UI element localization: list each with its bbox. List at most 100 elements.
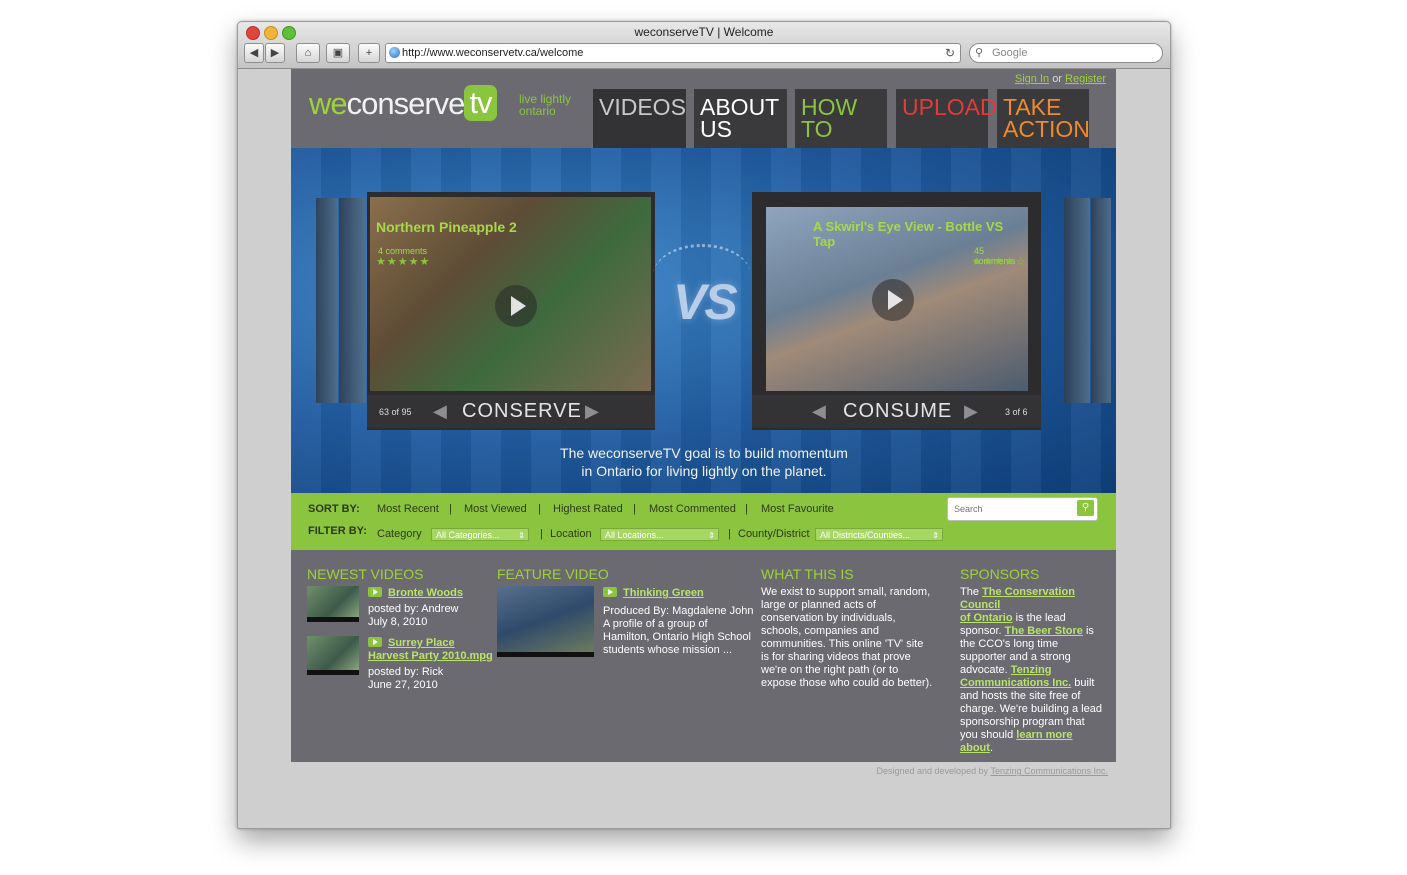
conserve-prev-arrow-icon[interactable]: ◀ bbox=[433, 401, 447, 422]
left-stack-card[interactable] bbox=[316, 198, 338, 403]
feature-video-name: Thinking Green bbox=[623, 587, 704, 599]
nav-take-action[interactable]: TAKE ACTION bbox=[997, 89, 1090, 152]
location-select-value: All Locations... bbox=[605, 530, 664, 540]
site-logo[interactable]: weconserve tv bbox=[309, 85, 497, 122]
browser-toolbar: weconserveTV | Welcome ◀ ▶ ⌂ ▣ + http://… bbox=[238, 22, 1170, 69]
feature-video-link[interactable]: Thinking Green bbox=[603, 586, 704, 599]
play-icon[interactable] bbox=[495, 285, 537, 327]
sponsors-text-part: charge. We're building a lead bbox=[960, 703, 1102, 715]
cco-link-line2[interactable]: of Ontario bbox=[960, 612, 1013, 624]
tenzing-link[interactable]: Tenzing bbox=[1011, 664, 1052, 676]
tenzing-link-line2[interactable]: Communications Inc. bbox=[960, 677, 1071, 689]
what-line: conservation by individuals, bbox=[761, 612, 896, 624]
feature-video-desc: Produced By: Magdalene John A profile of… bbox=[603, 605, 753, 657]
left-stack-card[interactable] bbox=[339, 198, 366, 403]
sponsors-text-part: sponsor. bbox=[960, 625, 1005, 637]
category-select[interactable]: All Categories... ⇕ bbox=[431, 528, 529, 541]
sponsors-text-part: built bbox=[1071, 677, 1095, 689]
select-arrows-icon: ⇕ bbox=[932, 531, 939, 540]
location-select[interactable]: All Locations... ⇕ bbox=[600, 528, 719, 541]
nav-about-us[interactable]: ABOUT US bbox=[694, 89, 787, 152]
goal-line-2: in Ontario for living lightly on the pla… bbox=[581, 463, 827, 479]
newest-item-1-title: Bronte Woods bbox=[388, 587, 463, 599]
consume-video[interactable]: A Skwirl's Eye View - Bottle VS Tap 45 c… bbox=[766, 207, 1028, 391]
learn-more-link[interactable]: learn more bbox=[1016, 729, 1072, 741]
footer-tenzing-link[interactable]: Tenzing Communications Inc. bbox=[990, 766, 1108, 776]
browser-search-field[interactable]: ⚲ Google bbox=[969, 43, 1163, 63]
site-goal-text: The weconserveTV goal is to build moment… bbox=[521, 444, 887, 480]
conserve-next-arrow-icon[interactable]: ▶ bbox=[585, 401, 599, 422]
browser-window: weconserveTV | Welcome ◀ ▶ ⌂ ▣ + http://… bbox=[237, 21, 1171, 829]
nav-about-line2: US bbox=[700, 116, 732, 142]
select-arrows-icon: ⇕ bbox=[708, 531, 715, 540]
sort-most-recent[interactable]: Most Recent bbox=[377, 503, 439, 515]
home-icon: ⌂ bbox=[304, 47, 312, 59]
vs-text: VS bbox=[673, 274, 738, 330]
nav-about-line1: ABOUT bbox=[700, 94, 780, 120]
filter-by-label: FILTER BY: bbox=[308, 525, 367, 537]
forward-arrow-icon: ▶ bbox=[270, 47, 280, 59]
right-stack-card[interactable] bbox=[1091, 198, 1111, 403]
sponsors-text: The The Conservation Council of Ontario … bbox=[960, 586, 1116, 755]
sponsors-text-part: The bbox=[960, 586, 983, 598]
consume-prev-arrow-icon[interactable]: ◀ bbox=[812, 401, 826, 422]
feature-desc-line: A profile of a group of bbox=[603, 618, 708, 630]
back-button[interactable]: ◀ bbox=[244, 43, 264, 63]
reload-icon[interactable]: ↻ bbox=[945, 44, 955, 62]
what-line: expose those who could do better). bbox=[761, 677, 933, 689]
add-bookmark-button[interactable]: + bbox=[358, 43, 380, 63]
what-line: is for sharing videos that prove bbox=[761, 651, 911, 663]
newest-item-2-date: June 27, 2010 bbox=[368, 679, 438, 691]
consume-rating-stars: ★★★★☆ bbox=[972, 256, 1027, 268]
newest-item-title[interactable]: Bronte Woods bbox=[368, 586, 463, 599]
sort-most-favourite[interactable]: Most Favourite bbox=[761, 503, 834, 515]
learn-more-link-line2[interactable]: about bbox=[960, 742, 990, 754]
register-link[interactable]: Register bbox=[1065, 73, 1106, 85]
district-select[interactable]: All Districts/Counties... ⇕ bbox=[815, 528, 943, 541]
newest-item-meta: posted by: Rick June 27, 2010 bbox=[368, 666, 443, 692]
browser-search-placeholder: Google bbox=[992, 47, 1028, 59]
newest-item-1-posted: posted by: Andrew bbox=[368, 603, 459, 615]
video-search-input[interactable] bbox=[952, 501, 1072, 517]
bookmarks-button[interactable]: ▣ bbox=[326, 43, 350, 63]
video-search-box: ⚲ bbox=[947, 497, 1098, 521]
newest-item-title[interactable]: Surrey Place Harvest Party 2010.mpg bbox=[368, 636, 493, 663]
auth-links: Sign In or Register bbox=[1015, 73, 1106, 85]
globe-icon bbox=[389, 47, 400, 58]
nav-howto-line2: TO bbox=[801, 116, 833, 142]
tagline-line-2: ontario bbox=[519, 104, 556, 118]
footer-credit: Designed and developed by Tenzing Commun… bbox=[877, 766, 1109, 776]
newest-item-meta: posted by: Andrew July 8, 2010 bbox=[368, 603, 459, 629]
nav-videos[interactable]: VIDEOS bbox=[593, 89, 686, 162]
right-stack-card[interactable] bbox=[1064, 198, 1090, 403]
sort-by-label: SORT BY: bbox=[308, 503, 360, 515]
district-label: County/District bbox=[738, 528, 810, 540]
forward-button[interactable]: ▶ bbox=[265, 43, 285, 63]
home-button[interactable]: ⌂ bbox=[296, 43, 320, 63]
play-icon[interactable] bbox=[872, 279, 914, 321]
video-thumbnail[interactable] bbox=[307, 636, 359, 675]
conserve-video[interactable]: Northern Pineapple 2 4 comments ★★★★★ bbox=[370, 197, 651, 391]
nav-upload-label: UPLOAD bbox=[902, 94, 997, 120]
what-line: communities. This online 'TV' site bbox=[761, 638, 924, 650]
hero-carousel: Northern Pineapple 2 4 comments ★★★★★ 63… bbox=[291, 148, 1116, 493]
sign-in-link[interactable]: Sign In bbox=[1015, 73, 1049, 85]
address-bar[interactable]: http://www.weconservetv.ca/welcome ↻ bbox=[385, 43, 961, 63]
feature-video-thumbnail[interactable] bbox=[497, 586, 594, 657]
conserve-video-panel: Northern Pineapple 2 4 comments ★★★★★ 63… bbox=[367, 192, 655, 430]
footer-text: Designed and developed by bbox=[876, 766, 991, 776]
nav-upload[interactable]: UPLOAD bbox=[896, 89, 997, 152]
beer-store-link[interactable]: The Beer Store bbox=[1005, 625, 1083, 637]
sort-highest-rated[interactable]: Highest Rated bbox=[553, 503, 623, 515]
logo-we: we bbox=[309, 86, 348, 121]
video-icon bbox=[603, 587, 617, 597]
sort-most-viewed[interactable]: Most Viewed bbox=[464, 503, 527, 515]
search-icon[interactable]: ⚲ bbox=[1077, 500, 1094, 516]
nav-how-to[interactable]: HOW TO bbox=[795, 89, 887, 152]
consume-next-arrow-icon[interactable]: ▶ bbox=[964, 401, 978, 422]
sort-most-commented[interactable]: Most Commented bbox=[649, 503, 736, 515]
what-line: schools, companies and bbox=[761, 625, 880, 637]
feature-desc-line: Hamilton, Ontario High School bbox=[603, 631, 751, 643]
conserve-bar: 63 of 95 ◀ CONSERVE ▶ bbox=[367, 395, 655, 428]
video-thumbnail[interactable] bbox=[307, 586, 359, 622]
